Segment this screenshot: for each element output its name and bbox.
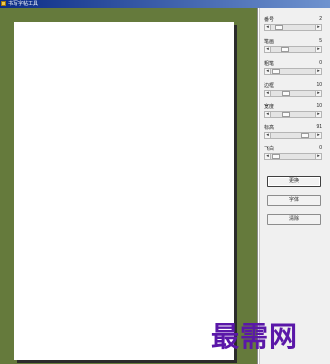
title-bar: 书写字帖工具	[0, 0, 330, 8]
slider-row-4: 边框 10 ◂ ▸	[264, 82, 322, 101]
slider-label: 宽度	[264, 104, 275, 110]
window-title: 书写字帖工具	[8, 1, 39, 7]
app-icon	[1, 1, 6, 6]
slider-row-7: 飞白 0 ◂ ▸	[264, 145, 322, 164]
slider-thumb[interactable]	[275, 25, 284, 30]
slider-thumb[interactable]	[272, 69, 280, 74]
slider-value: 10	[316, 103, 322, 109]
clear-button[interactable]: 清除	[267, 214, 321, 225]
slider-row-6: 标高 91 ◂ ▸	[264, 124, 322, 143]
slider-label: 飞白	[264, 146, 275, 152]
scroll-right-arrow-icon[interactable]: ▸	[315, 133, 321, 138]
slider-scrollbar[interactable]: ◂ ▸	[264, 132, 322, 139]
scroll-left-arrow-icon[interactable]: ◂	[265, 47, 271, 52]
slider-scrollbar[interactable]: ◂ ▸	[264, 46, 322, 53]
scroll-right-arrow-icon[interactable]: ▸	[315, 91, 321, 96]
slider-label: 标高	[264, 125, 275, 131]
slider-value: 0	[319, 145, 322, 151]
scroll-left-arrow-icon[interactable]: ◂	[265, 133, 271, 138]
slider-scrollbar[interactable]: ◂ ▸	[264, 90, 322, 97]
apply-button[interactable]: 更换	[267, 176, 321, 187]
slider-scrollbar[interactable]: ◂ ▸	[264, 153, 322, 160]
slider-value: 0	[319, 60, 322, 66]
slider-value: 5	[319, 38, 322, 44]
slider-label: 边框	[264, 83, 275, 89]
slider-scrollbar[interactable]: ◂ ▸	[264, 111, 322, 118]
slider-row-5: 宽度 10 ◂ ▸	[264, 103, 322, 122]
scroll-right-arrow-icon[interactable]: ▸	[315, 69, 321, 74]
slider-thumb[interactable]	[282, 112, 291, 117]
scroll-right-arrow-icon[interactable]: ▸	[315, 25, 321, 30]
scroll-left-arrow-icon[interactable]: ◂	[265, 154, 271, 159]
slider-value: 91	[316, 124, 322, 130]
slider-label: 笔画	[264, 39, 275, 45]
slider-row-1: 番号 2 ◂ ▸	[264, 16, 322, 35]
slider-thumb[interactable]	[280, 47, 289, 52]
slider-thumb[interactable]	[300, 133, 309, 138]
slider-label: 粗笔	[264, 61, 275, 67]
scroll-right-arrow-icon[interactable]: ▸	[315, 154, 321, 159]
canvas-area	[0, 8, 258, 364]
scroll-left-arrow-icon[interactable]: ◂	[265, 69, 271, 74]
scroll-right-arrow-icon[interactable]: ▸	[315, 47, 321, 52]
slider-value: 2	[319, 16, 322, 22]
scroll-left-arrow-icon[interactable]: ◂	[265, 112, 271, 117]
paper-sheet[interactable]	[14, 22, 234, 360]
watermark-logo: 最需网	[211, 320, 299, 353]
scroll-left-arrow-icon[interactable]: ◂	[265, 91, 271, 96]
scroll-left-arrow-icon[interactable]: ◂	[265, 25, 271, 30]
font-button[interactable]: 字体	[267, 195, 321, 206]
slider-thumb[interactable]	[282, 91, 291, 96]
slider-value: 10	[316, 82, 322, 88]
slider-row-2: 笔画 5 ◂ ▸	[264, 38, 322, 57]
slider-scrollbar[interactable]: ◂ ▸	[264, 68, 322, 75]
slider-row-3: 粗笔 0 ◂ ▸	[264, 60, 322, 79]
scroll-right-arrow-icon[interactable]: ▸	[315, 112, 321, 117]
slider-thumb[interactable]	[272, 154, 280, 159]
slider-scrollbar[interactable]: ◂ ▸	[264, 24, 322, 31]
slider-label: 番号	[264, 17, 275, 23]
